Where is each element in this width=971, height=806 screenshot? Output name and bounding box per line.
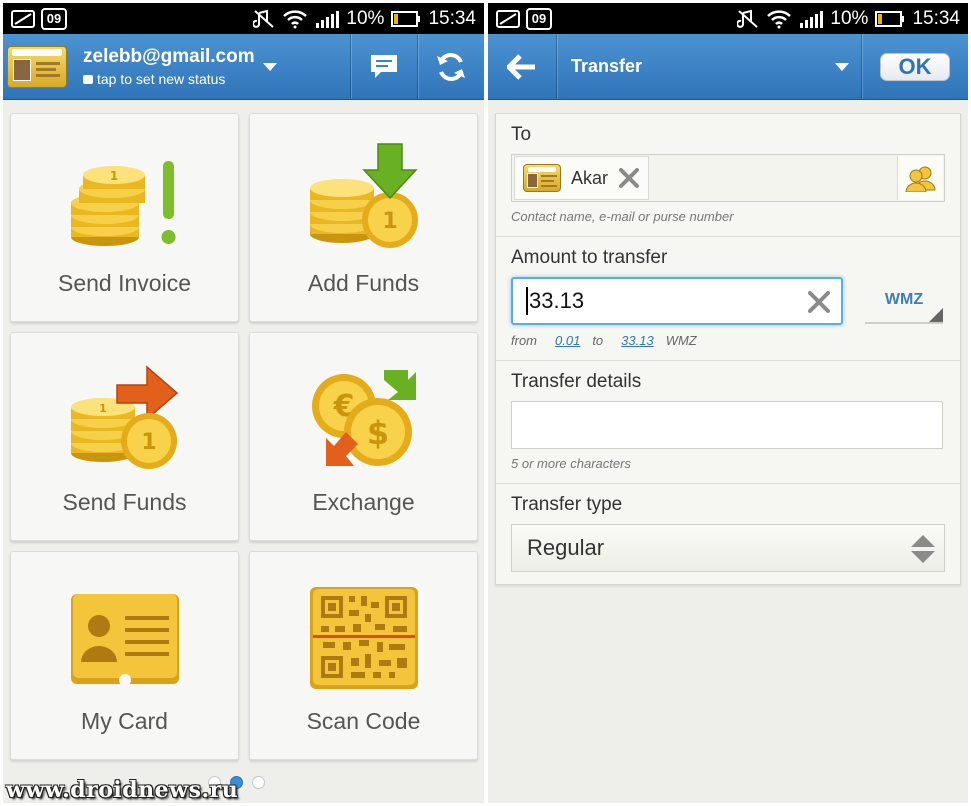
- scan-code-icon: [309, 587, 418, 689]
- contacts-button[interactable]: [897, 156, 943, 200]
- screen-title: Transfer: [571, 56, 643, 76]
- message-icon: [496, 9, 520, 28]
- tile-label: Send Invoice: [58, 270, 191, 296]
- details-section: Transfer details 5 or more characters: [496, 361, 960, 484]
- transfer-screen: 09 10% 15:34 Transfer OK To Akar Contact…: [488, 3, 968, 803]
- contacts-icon: [904, 166, 936, 192]
- recipient-name: Akar: [571, 167, 609, 188]
- messages-button[interactable]: [351, 34, 417, 99]
- wifi-icon: [283, 9, 308, 28]
- amount-label: Amount to transfer: [511, 247, 668, 268]
- signal-icon: [316, 10, 340, 28]
- svg-text:1: 1: [382, 209, 397, 234]
- account-email: zelebb@gmail.com: [83, 46, 255, 67]
- mute-icon: [737, 9, 759, 28]
- tile-label: Scan Code: [306, 708, 421, 734]
- add-funds-icon: 1: [309, 143, 418, 248]
- add-funds-tile[interactable]: 1 Add Funds: [249, 113, 478, 322]
- message-icon: [11, 9, 35, 28]
- details-input[interactable]: [511, 401, 943, 449]
- amount-section: Amount to transfer 33.13 WMZ from 0.01 t…: [496, 237, 960, 361]
- transfer-type-select[interactable]: Regular: [511, 524, 945, 572]
- status-bubble-icon: [83, 74, 93, 84]
- min-amount-link[interactable]: 0.01: [555, 333, 580, 348]
- currency-select[interactable]: WMZ: [865, 278, 943, 324]
- battery-icon: [875, 10, 905, 27]
- type-section: Transfer type Regular: [496, 484, 960, 584]
- my-card-icon: [70, 594, 179, 686]
- send-funds-icon: 1 1: [70, 365, 178, 469]
- refresh-button[interactable]: [418, 34, 484, 99]
- svg-text:$: $: [366, 414, 388, 452]
- page-dot[interactable]: [252, 776, 265, 789]
- calendar-icon: 09: [526, 7, 552, 30]
- ok-button[interactable]: OK: [880, 52, 950, 81]
- action-bar: zelebb@gmail.com tap to set new status: [3, 34, 484, 100]
- tile-label: Add Funds: [307, 270, 420, 296]
- to-section: To Akar Contact name, e-mail or purse nu…: [496, 114, 960, 237]
- spinner-arrows-icon: [911, 535, 935, 563]
- battery-icon: [391, 10, 421, 27]
- tile-label: My Card: [81, 708, 168, 734]
- details-label: Transfer details: [511, 371, 642, 392]
- chevron-down-icon: [262, 62, 277, 71]
- scan-code-tile[interactable]: Scan Code: [249, 551, 478, 760]
- amount-range: from 0.01 to 33.13 WMZ: [511, 333, 697, 348]
- action-grid: 1 Send Invoice 1 Add Funds 1 1 Send Fund…: [10, 113, 478, 760]
- text-caret: [526, 287, 528, 315]
- svg-text:1: 1: [141, 430, 156, 455]
- max-amount-link[interactable]: 33.13: [621, 333, 654, 348]
- battery-percent: 10%: [830, 7, 869, 29]
- calendar-icon: 09: [41, 7, 67, 30]
- to-label: To: [511, 124, 532, 145]
- status-hint[interactable]: tap to set new status: [83, 71, 255, 87]
- webmoney-card-icon: [523, 164, 561, 192]
- dropdown-corner-icon: [929, 308, 943, 322]
- chevron-down-icon: [835, 62, 849, 71]
- exchange-icon: € $: [311, 370, 416, 466]
- details-hint: 5 or more characters: [511, 456, 631, 471]
- amount-value: 33.13: [529, 288, 585, 313]
- send-invoice-icon: 1: [70, 161, 175, 246]
- chat-icon: [371, 54, 397, 78]
- tile-label: Exchange: [312, 489, 415, 515]
- to-hint: Contact name, e-mail or purse number: [511, 209, 734, 224]
- back-button[interactable]: [488, 34, 556, 99]
- remove-recipient-icon[interactable]: [618, 167, 640, 189]
- tile-label: Send Funds: [62, 489, 187, 515]
- send-funds-tile[interactable]: 1 1 Send Funds: [10, 332, 239, 541]
- currency-value: WMZ: [884, 291, 924, 308]
- back-arrow-icon: [507, 53, 535, 80]
- action-bar: Transfer OK: [488, 34, 968, 100]
- webmoney-card-icon: [7, 45, 67, 88]
- home-screen: 09 10% 15:34 zelebb@gmail.com tap to set…: [3, 3, 484, 803]
- clear-amount-icon[interactable]: [807, 290, 831, 314]
- status-bar: 09 10% 15:34: [3, 3, 484, 34]
- recipient-field[interactable]: Akar: [511, 154, 945, 202]
- exchange-tile[interactable]: € $ Exchange: [249, 332, 478, 541]
- clock: 15:34: [428, 7, 476, 29]
- type-label: Transfer type: [511, 494, 623, 515]
- account-selector[interactable]: zelebb@gmail.com tap to set new status: [3, 34, 350, 99]
- refresh-icon: [437, 52, 465, 81]
- watermark: www.droidnews.ru: [6, 777, 239, 803]
- svg-text:1: 1: [99, 402, 107, 415]
- wifi-icon: [767, 9, 792, 28]
- send-invoice-tile[interactable]: 1 Send Invoice: [10, 113, 239, 322]
- recipient-chip[interactable]: Akar: [514, 156, 650, 200]
- transfer-form: To Akar Contact name, e-mail or purse nu…: [495, 113, 961, 585]
- clock: 15:34: [912, 7, 960, 29]
- svg-text:1: 1: [109, 169, 117, 183]
- mute-icon: [253, 9, 275, 28]
- my-card-tile[interactable]: My Card: [10, 551, 239, 760]
- status-bar: 09 10% 15:34: [488, 3, 968, 34]
- signal-icon: [800, 10, 824, 28]
- screen-title-selector[interactable]: Transfer: [557, 34, 861, 99]
- transfer-type-value: Regular: [527, 535, 605, 560]
- battery-percent: 10%: [346, 7, 385, 29]
- amount-input[interactable]: 33.13: [511, 277, 843, 325]
